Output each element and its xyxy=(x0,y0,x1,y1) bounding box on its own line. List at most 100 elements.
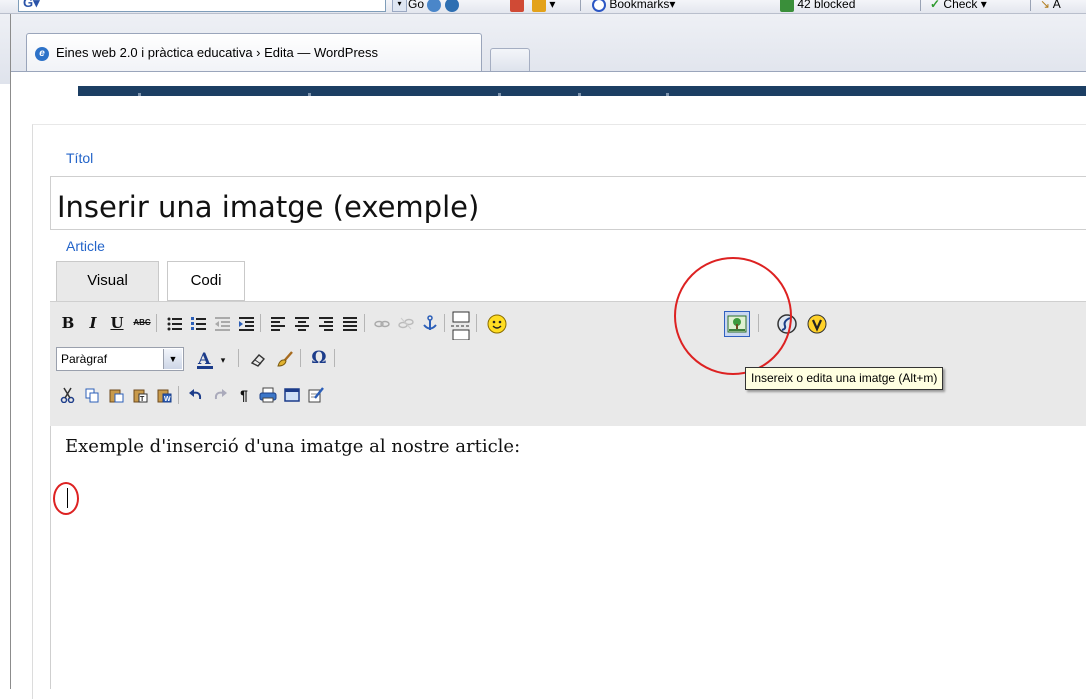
toolbar-separator xyxy=(238,349,239,367)
annotation-circle-cursor xyxy=(53,482,79,515)
align-right-icon xyxy=(319,317,333,331)
wand-icon: ↘ xyxy=(1040,0,1051,11)
toolbar-separator xyxy=(156,314,157,332)
brush-icon xyxy=(277,351,293,367)
post-title-input[interactable] xyxy=(50,176,1086,230)
print-button[interactable] xyxy=(258,385,278,405)
special-character-button[interactable]: Ω xyxy=(309,348,329,368)
go-button[interactable]: Go xyxy=(408,0,459,12)
anchor-icon xyxy=(423,315,437,330)
video-icon xyxy=(807,314,827,334)
video-button[interactable] xyxy=(806,312,828,334)
text-color-dropdown[interactable]: ▾ xyxy=(217,350,229,370)
align-center-button[interactable] xyxy=(292,313,312,333)
paragraph-marks-button[interactable]: ¶ xyxy=(234,385,254,405)
spellcheck-button[interactable]: ✓ Check ▾ xyxy=(930,0,987,12)
editor-content-area[interactable] xyxy=(50,426,1086,689)
numbered-list-button[interactable] xyxy=(188,313,208,333)
svg-text:T: T xyxy=(140,396,145,403)
paste-word-button[interactable]: W xyxy=(154,385,174,405)
underline-button[interactable]: U xyxy=(107,313,127,333)
unlink-icon xyxy=(398,317,414,330)
anchor-button[interactable] xyxy=(420,313,440,333)
new-tab-button[interactable] xyxy=(490,48,530,72)
google-logo: G xyxy=(23,0,34,10)
print-icon xyxy=(259,387,277,403)
article-label: Article xyxy=(66,238,105,254)
indent-icon xyxy=(239,317,254,331)
title-label: Títol xyxy=(66,150,94,166)
wp-admin-nav-bar xyxy=(78,86,1086,96)
google-search-box[interactable]: G▾ xyxy=(18,0,386,12)
outdent-button[interactable] xyxy=(212,313,232,333)
paste-word-icon: W xyxy=(157,389,172,403)
smiley-button[interactable] xyxy=(486,312,508,334)
editor-content-text[interactable]: Exemple d'inserció d'una imatge al nostr… xyxy=(65,436,520,457)
browser-tab-title: Eines web 2.0 i pràctica educativa › Edi… xyxy=(56,45,379,60)
annotation-circle-image-button xyxy=(674,257,792,375)
globe-icon xyxy=(444,0,459,12)
edit-html-button[interactable] xyxy=(306,385,326,405)
gmail-button[interactable] xyxy=(510,0,524,12)
smiley-icon xyxy=(487,314,507,334)
remove-format-button[interactable] xyxy=(248,348,268,368)
tab-code[interactable]: Codi xyxy=(167,261,245,301)
tab-visual[interactable]: Visual xyxy=(56,261,159,303)
blocked-icon xyxy=(780,0,794,12)
go-label: Go xyxy=(408,0,425,11)
separator xyxy=(580,0,581,11)
bold-button[interactable]: B xyxy=(58,313,78,333)
strikethrough-button[interactable]: ABC xyxy=(132,313,152,333)
toolbar-separator xyxy=(364,314,365,332)
extensions-button[interactable]: ▾ xyxy=(532,0,555,12)
unlink-button[interactable] xyxy=(396,313,416,333)
popup-blocker-button[interactable]: 42 blocked xyxy=(780,0,855,12)
align-left-icon xyxy=(271,317,285,331)
fullscreen-button[interactable] xyxy=(282,385,302,405)
bookmarks-button[interactable]: Bookmarks▾ xyxy=(592,0,675,12)
svg-text:W: W xyxy=(164,396,171,403)
indent-button[interactable] xyxy=(236,313,256,333)
page-break-icon xyxy=(451,311,471,340)
search-dropdown-button[interactable]: ▾ xyxy=(392,0,407,12)
undo-icon xyxy=(189,389,202,400)
link-button[interactable] xyxy=(372,313,392,333)
numbered-list-icon xyxy=(191,317,206,330)
toolbar-separator xyxy=(300,349,301,367)
paste-text-icon: T xyxy=(133,389,148,403)
autolink-button[interactable]: ↘ A xyxy=(1040,0,1061,12)
copy-icon xyxy=(85,388,99,403)
toolbar-separator xyxy=(334,349,335,367)
separator xyxy=(1030,0,1031,11)
check-icon: ✓ xyxy=(930,0,941,11)
bullet-list-icon xyxy=(167,317,182,331)
browser-tab-active[interactable]: e Eines web 2.0 i pràctica educativa › E… xyxy=(26,33,482,71)
redo-icon xyxy=(214,389,227,400)
gmail-icon xyxy=(510,0,524,12)
format-select-value: Paràgraf xyxy=(61,352,108,366)
paste-button[interactable] xyxy=(106,385,126,405)
align-left-button[interactable] xyxy=(268,313,288,333)
outdent-icon xyxy=(215,317,230,331)
text-color-button[interactable]: A xyxy=(194,348,216,369)
toolbar-separator xyxy=(476,314,477,332)
italic-button[interactable]: I xyxy=(83,313,103,333)
redo-button[interactable] xyxy=(210,385,230,405)
star-icon xyxy=(592,0,606,12)
format-select[interactable]: Paràgraf ▼ xyxy=(56,347,184,371)
chevron-down-icon: ▼ xyxy=(163,349,182,369)
edit-document-icon xyxy=(308,387,324,403)
bullet-list-button[interactable] xyxy=(164,313,184,333)
toolbar-separator xyxy=(444,314,445,332)
cut-button[interactable] xyxy=(58,385,78,405)
ie-page-icon: e xyxy=(35,47,49,61)
eraser-icon xyxy=(250,354,266,367)
cleanup-button[interactable] xyxy=(275,348,295,368)
align-right-button[interactable] xyxy=(316,313,336,333)
more-tag-button[interactable] xyxy=(450,308,472,340)
clipboard-icon xyxy=(109,389,124,403)
align-justify-button[interactable] xyxy=(340,313,360,333)
undo-button[interactable] xyxy=(186,385,206,405)
copy-button[interactable] xyxy=(82,385,102,405)
paste-text-button[interactable]: T xyxy=(130,385,150,405)
